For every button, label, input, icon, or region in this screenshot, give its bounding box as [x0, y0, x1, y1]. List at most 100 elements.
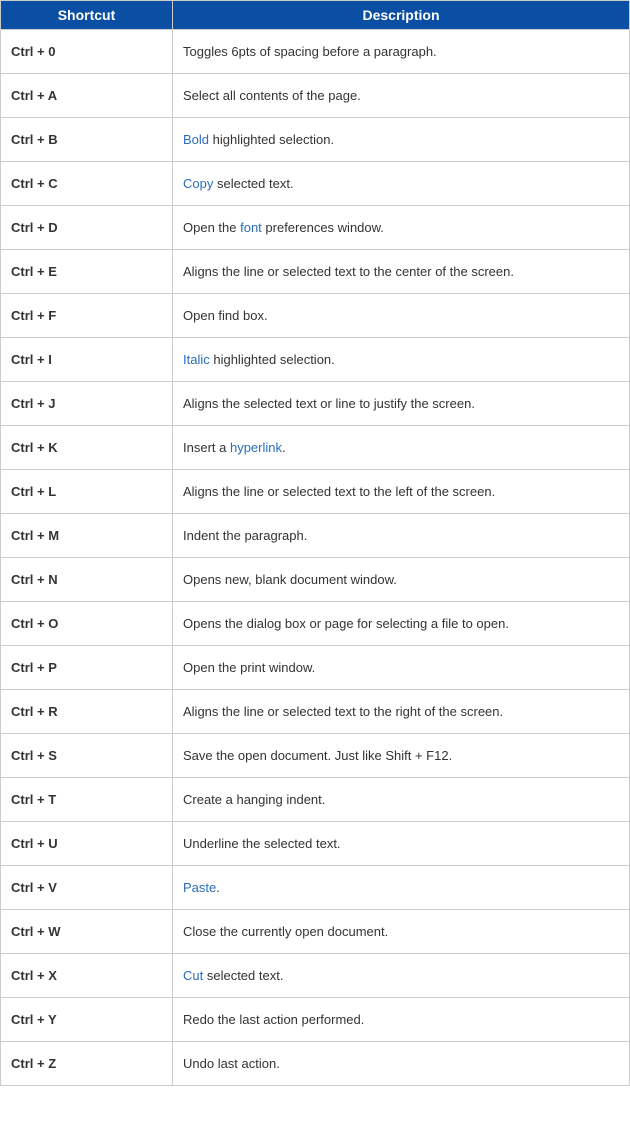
shortcut-cell: Ctrl + P — [1, 646, 173, 690]
description-text: Save the open document. Just like Shift … — [183, 748, 452, 763]
description-text: Open the — [183, 220, 240, 235]
table-row: Ctrl + DOpen the font preferences window… — [1, 206, 630, 250]
description-text: Aligns the selected text or line to just… — [183, 396, 475, 411]
shortcut-cell: Ctrl + L — [1, 470, 173, 514]
description-text: selected text. — [213, 176, 293, 191]
shortcut-cell: Ctrl + S — [1, 734, 173, 778]
shortcut-cell: Ctrl + M — [1, 514, 173, 558]
description-link[interactable]: Bold — [183, 132, 209, 147]
description-cell: Italic highlighted selection. — [173, 338, 630, 382]
description-text: Create a hanging indent. — [183, 792, 325, 807]
shortcut-cell: Ctrl + R — [1, 690, 173, 734]
description-text: Aligns the line or selected text to the … — [183, 704, 503, 719]
shortcut-cell: Ctrl + A — [1, 74, 173, 118]
table-row: Ctrl + R Aligns the line or selected text… — [1, 690, 630, 734]
table-row: Ctrl + J Aligns the selected text or line… — [1, 382, 630, 426]
description-text: preferences window. — [262, 220, 384, 235]
header-shortcut: Shortcut — [1, 1, 173, 30]
table-row: Ctrl + VPaste. — [1, 866, 630, 910]
table-row: Ctrl + 0 Toggles 6pts of spacing before a… — [1, 30, 630, 74]
shortcut-cell: Ctrl + W — [1, 910, 173, 954]
table-row: Ctrl + P Open the print window. — [1, 646, 630, 690]
description-text: selected text. — [203, 968, 283, 983]
shortcut-cell: Ctrl + O — [1, 602, 173, 646]
description-cell: Copy selected text. — [173, 162, 630, 206]
shortcut-cell: Ctrl + D — [1, 206, 173, 250]
shortcut-cell: Ctrl + B — [1, 118, 173, 162]
shortcut-cell: Ctrl + I — [1, 338, 173, 382]
description-cell: Aligns the line or selected text to the … — [173, 250, 630, 294]
table-row: Ctrl + O Opens the dialog box or page for… — [1, 602, 630, 646]
shortcut-cell: Ctrl + C — [1, 162, 173, 206]
table-row: Ctrl + XCut selected text. — [1, 954, 630, 998]
description-text: Redo the last action performed. — [183, 1012, 364, 1027]
shortcut-cell: Ctrl + Y — [1, 998, 173, 1042]
table-row: Ctrl + IItalic highlighted selection. — [1, 338, 630, 382]
description-link[interactable]: Italic — [183, 352, 210, 367]
shortcut-cell: Ctrl + U — [1, 822, 173, 866]
shortcut-cell: Ctrl + V — [1, 866, 173, 910]
description-text: highlighted selection. — [209, 132, 334, 147]
description-cell: Select all contents of the page. — [173, 74, 630, 118]
table-row: Ctrl + ZUndo last action. — [1, 1042, 630, 1086]
shortcut-cell: Ctrl + T — [1, 778, 173, 822]
description-link[interactable]: Paste — [183, 880, 216, 895]
description-cell: Close the currently open document. — [173, 910, 630, 954]
description-text: highlighted selection. — [210, 352, 335, 367]
description-cell: Indent the paragraph. — [173, 514, 630, 558]
shortcut-cell: Ctrl + J — [1, 382, 173, 426]
description-text: Underline the selected text. — [183, 836, 341, 851]
table-row: Ctrl + S Save the open document. Just lik… — [1, 734, 630, 778]
description-cell: Redo the last action performed. — [173, 998, 630, 1042]
table-row: Ctrl + E Aligns the line or selected text… — [1, 250, 630, 294]
description-text: . — [282, 440, 286, 455]
description-cell: Underline the selected text. — [173, 822, 630, 866]
table-row: Ctrl + U Underline the selected text. — [1, 822, 630, 866]
shortcut-cell: Ctrl + 0 — [1, 30, 173, 74]
header-description: Description — [173, 1, 630, 30]
table-row: Ctrl + B Bold highlighted selection. — [1, 118, 630, 162]
shortcut-cell: Ctrl + F — [1, 294, 173, 338]
shortcut-cell: Ctrl + E — [1, 250, 173, 294]
shortcut-cell: Ctrl + Z — [1, 1042, 173, 1086]
description-cell: Open find box. — [173, 294, 630, 338]
description-text: Close the currently open document. — [183, 924, 388, 939]
description-cell: Open the font preferences window. — [173, 206, 630, 250]
description-cell: Aligns the line or selected text to the … — [173, 470, 630, 514]
shortcut-cell: Ctrl + X — [1, 954, 173, 998]
description-text: Select all contents of the page. — [183, 88, 361, 103]
description-cell: Create a hanging indent. — [173, 778, 630, 822]
description-text: Open find box. — [183, 308, 268, 323]
table-row: Ctrl + CCopy selected text. — [1, 162, 630, 206]
description-cell: Insert a hyperlink. — [173, 426, 630, 470]
description-text: Toggles 6pts of spacing before a paragra… — [183, 44, 437, 59]
table-row: Ctrl + T Create a hanging indent. — [1, 778, 630, 822]
description-link[interactable]: hyperlink — [230, 440, 282, 455]
description-text: Aligns the line or selected text to the … — [183, 264, 514, 279]
table-row: Ctrl + N Opens new, blank document window… — [1, 558, 630, 602]
description-cell: Undo last action. — [173, 1042, 630, 1086]
description-text: Opens the dialog box or page for selecti… — [183, 616, 509, 631]
shortcut-cell: Ctrl + N — [1, 558, 173, 602]
description-cell: Open the print window. — [173, 646, 630, 690]
table-row: Ctrl + Y Redo the last action performed. — [1, 998, 630, 1042]
table-row: Ctrl + A Select all contents of the page. — [1, 74, 630, 118]
description-cell: Opens new, blank document window. — [173, 558, 630, 602]
table-row: Ctrl + MIndent the paragraph. — [1, 514, 630, 558]
description-cell: Save the open document. Just like Shift … — [173, 734, 630, 778]
description-cell: Paste. — [173, 866, 630, 910]
table-row: Ctrl + LAligns the line or selected text… — [1, 470, 630, 514]
description-cell: Cut selected text. — [173, 954, 630, 998]
description-text: Insert a — [183, 440, 230, 455]
description-link[interactable]: font — [240, 220, 262, 235]
table-row: Ctrl + W Close the currently open documen… — [1, 910, 630, 954]
shortcut-cell: Ctrl + K — [1, 426, 173, 470]
description-text: Opens new, blank document window. — [183, 572, 397, 587]
description-cell: Aligns the line or selected text to the … — [173, 690, 630, 734]
description-link[interactable]: Copy — [183, 176, 213, 191]
description-link[interactable]: Cut — [183, 968, 203, 983]
table-row: Ctrl + KInsert a hyperlink. — [1, 426, 630, 470]
shortcuts-table: Shortcut Description Ctrl + 0 Toggles 6pt… — [0, 0, 630, 1086]
description-text: Open the print window. — [183, 660, 315, 675]
description-cell: Opens the dialog box or page for selecti… — [173, 602, 630, 646]
